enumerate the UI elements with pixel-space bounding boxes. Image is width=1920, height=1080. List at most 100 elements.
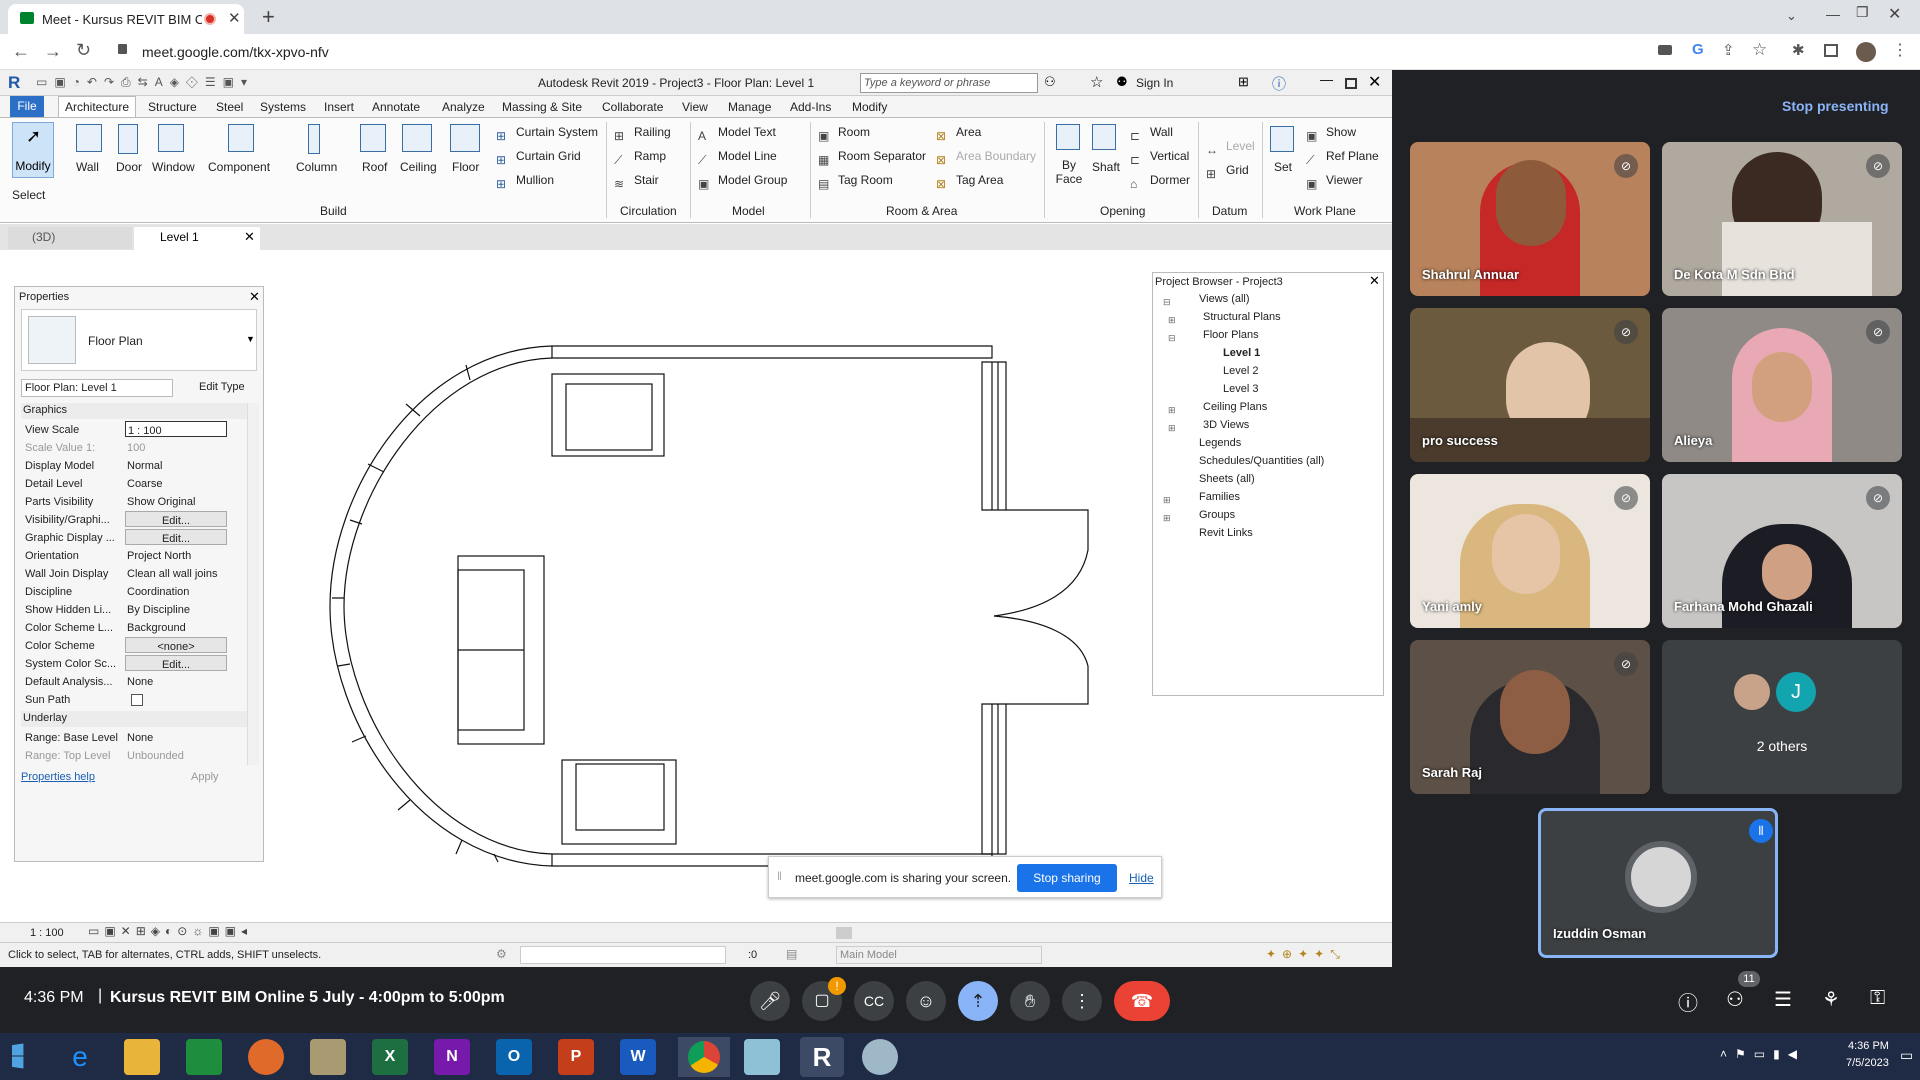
present-button[interactable]: ⇡ bbox=[958, 981, 998, 1021]
apply-button[interactable]: Apply bbox=[191, 771, 219, 783]
user-icon[interactable]: ⚉ bbox=[1116, 74, 1128, 90]
photos-icon[interactable] bbox=[248, 1039, 284, 1075]
menu-massing[interactable]: Massing & Site bbox=[502, 100, 582, 114]
help-search-input[interactable]: Type a keyword or phrase bbox=[860, 73, 1038, 93]
participant-tile[interactable]: ⊘ Shahrul Annuar bbox=[1410, 142, 1650, 296]
participant-tile[interactable]: ⊘ Farhana Mohd Ghazali bbox=[1662, 474, 1902, 628]
back-icon[interactable]: ← bbox=[12, 41, 30, 62]
prop-value[interactable]: None bbox=[127, 673, 153, 691]
prop-value[interactable]: Background bbox=[127, 619, 186, 637]
revit-maximize-icon[interactable] bbox=[1345, 78, 1357, 89]
view-tab-level1[interactable]: Level 1 bbox=[134, 227, 260, 250]
menu-file[interactable]: File bbox=[10, 96, 44, 117]
view-scale-indicator[interactable]: 1 : 100 bbox=[30, 927, 64, 939]
tree-sheets[interactable]: Sheets (all) bbox=[1199, 473, 1255, 485]
file-explorer-icon[interactable] bbox=[124, 1039, 160, 1075]
sign-in-link[interactable]: Sign In bbox=[1136, 76, 1173, 90]
window-button[interactable]: Window bbox=[152, 160, 195, 174]
new-tab-icon[interactable]: + bbox=[262, 4, 275, 30]
forward-icon[interactable]: → bbox=[44, 41, 62, 62]
ramp-button[interactable]: Ramp bbox=[634, 149, 666, 163]
meeting-details-icon[interactable]: ⓘ bbox=[1678, 987, 1698, 1016]
ref-plane-button[interactable]: Ref Plane bbox=[1326, 149, 1379, 163]
edit-type-button[interactable]: Edit Type bbox=[179, 379, 245, 393]
area-button[interactable]: Area bbox=[956, 125, 981, 139]
menu-modify[interactable]: Modify bbox=[852, 100, 887, 114]
others-tile[interactable]: J 2 others bbox=[1662, 640, 1902, 794]
tree-structural-plans[interactable]: Structural Plans bbox=[1203, 311, 1281, 323]
participant-tile[interactable]: ⊘ Alieya bbox=[1662, 308, 1902, 462]
clock-date[interactable]: 7/5/2023 bbox=[1846, 1057, 1889, 1069]
tree-3d-views[interactable]: 3D Views bbox=[1203, 419, 1249, 431]
prop-value[interactable]: 1 : 100 bbox=[125, 421, 227, 437]
room-button[interactable]: Room bbox=[838, 125, 870, 139]
menu-structure[interactable]: Structure bbox=[148, 100, 197, 114]
clock-time[interactable]: 4:36 PM bbox=[1848, 1040, 1889, 1052]
binoculars-icon[interactable]: ⚇ bbox=[1044, 74, 1056, 90]
railing-button[interactable]: Railing bbox=[634, 125, 671, 139]
set-button[interactable]: Set bbox=[1274, 160, 1292, 174]
edit-button[interactable]: Edit... bbox=[125, 655, 227, 671]
onenote-icon[interactable]: N bbox=[434, 1039, 470, 1075]
by-face-button[interactable]: By Face bbox=[1054, 158, 1084, 186]
tree-level-1[interactable]: Level 1 bbox=[1223, 347, 1260, 359]
menu-annotate[interactable]: Annotate bbox=[372, 100, 420, 114]
notepad-icon[interactable] bbox=[310, 1039, 346, 1075]
view-tab-3d[interactable]: (3D) bbox=[8, 227, 132, 249]
tab-search-icon[interactable]: ⌄ bbox=[1786, 8, 1797, 24]
menu-manage[interactable]: Manage bbox=[728, 100, 771, 114]
hide-link[interactable]: Hide bbox=[1129, 871, 1154, 885]
url-text[interactable]: meet.google.com/tkx-xpvo-nfv bbox=[142, 44, 329, 60]
tag-room-button[interactable]: Tag Room bbox=[838, 173, 893, 187]
mullion-button[interactable]: Mullion bbox=[516, 173, 554, 187]
menu-systems[interactable]: Systems bbox=[260, 100, 306, 114]
prop-value[interactable]: Coordination bbox=[127, 583, 189, 601]
model-text-button[interactable]: Model Text bbox=[718, 125, 776, 139]
worksets-icon[interactable]: ⚙ bbox=[496, 947, 507, 961]
vertical-button[interactable]: Vertical bbox=[1150, 149, 1189, 163]
menu-insert[interactable]: Insert bbox=[324, 100, 354, 114]
drag-handle-icon[interactable]: ‖ bbox=[777, 869, 782, 883]
quick-access-toolbar[interactable]: ▭▣◔↶↷⎙⇆A◈⟐☰▣▾ bbox=[36, 75, 254, 90]
curtain-grid-button[interactable]: Curtain Grid bbox=[516, 149, 581, 163]
prop-value[interactable]: None bbox=[127, 729, 153, 747]
tree-legends[interactable]: Legends bbox=[1199, 437, 1241, 449]
menu-view[interactable]: View bbox=[682, 100, 708, 114]
prop-value[interactable]: Clean all wall joins bbox=[127, 565, 218, 583]
minimize-icon[interactable]: — bbox=[1826, 6, 1840, 22]
activities-icon[interactable]: ⚘ bbox=[1822, 987, 1840, 1012]
tree-level-3[interactable]: Level 3 bbox=[1223, 383, 1258, 395]
column-button[interactable]: Column bbox=[296, 160, 337, 174]
tag-area-button[interactable]: Tag Area bbox=[956, 173, 1003, 187]
leave-call-button[interactable]: ☎ bbox=[1114, 981, 1170, 1021]
selection-filter-icons[interactable]: ✦⊕✦✦⤡ bbox=[1266, 947, 1346, 962]
stop-presenting-button[interactable]: Stop presenting bbox=[1782, 98, 1889, 114]
properties-help-link[interactable]: Properties help bbox=[21, 771, 95, 783]
prop-value[interactable]: By Discipline bbox=[127, 601, 190, 619]
sun-path-checkbox[interactable] bbox=[131, 694, 143, 706]
host-controls-icon[interactable]: ⚿ bbox=[1870, 987, 1885, 1010]
revit-icon[interactable]: R bbox=[800, 1037, 844, 1077]
properties-scrollbar[interactable] bbox=[247, 403, 259, 765]
menu-addins[interactable]: Add-Ins bbox=[790, 100, 831, 114]
wall-button[interactable]: Wall bbox=[76, 160, 99, 174]
sheets-icon[interactable] bbox=[186, 1039, 222, 1075]
prop-value[interactable]: Show Original bbox=[127, 493, 195, 511]
cart-icon[interactable]: ⊞ bbox=[1238, 74, 1249, 90]
tree-revit-links[interactable]: Revit Links bbox=[1199, 527, 1253, 539]
main-model-dropdown[interactable]: Main Model bbox=[836, 946, 1042, 964]
menu-steel[interactable]: Steel bbox=[216, 100, 243, 114]
shaft-button[interactable]: Shaft bbox=[1092, 160, 1120, 174]
google-icon[interactable]: G bbox=[1692, 41, 1704, 58]
properties-close-icon[interactable]: ✕ bbox=[249, 289, 260, 305]
tree-ceiling-plans[interactable]: Ceiling Plans bbox=[1203, 401, 1267, 413]
menu-collaborate[interactable]: Collaborate bbox=[602, 100, 663, 114]
favorites-icon[interactable]: ☆ bbox=[1090, 73, 1103, 91]
edit-button[interactable]: Edit... bbox=[125, 529, 227, 545]
notification-icon[interactable]: ▭ bbox=[1900, 1047, 1913, 1064]
horizontal-scrollbar[interactable] bbox=[836, 927, 852, 939]
design-options-icon[interactable]: ▤ bbox=[786, 947, 797, 961]
revit-logo-icon[interactable]: R bbox=[8, 73, 20, 93]
type-selector[interactable]: Floor Plan ▼ bbox=[21, 309, 257, 371]
emoji-button[interactable]: ☺ bbox=[906, 981, 946, 1021]
